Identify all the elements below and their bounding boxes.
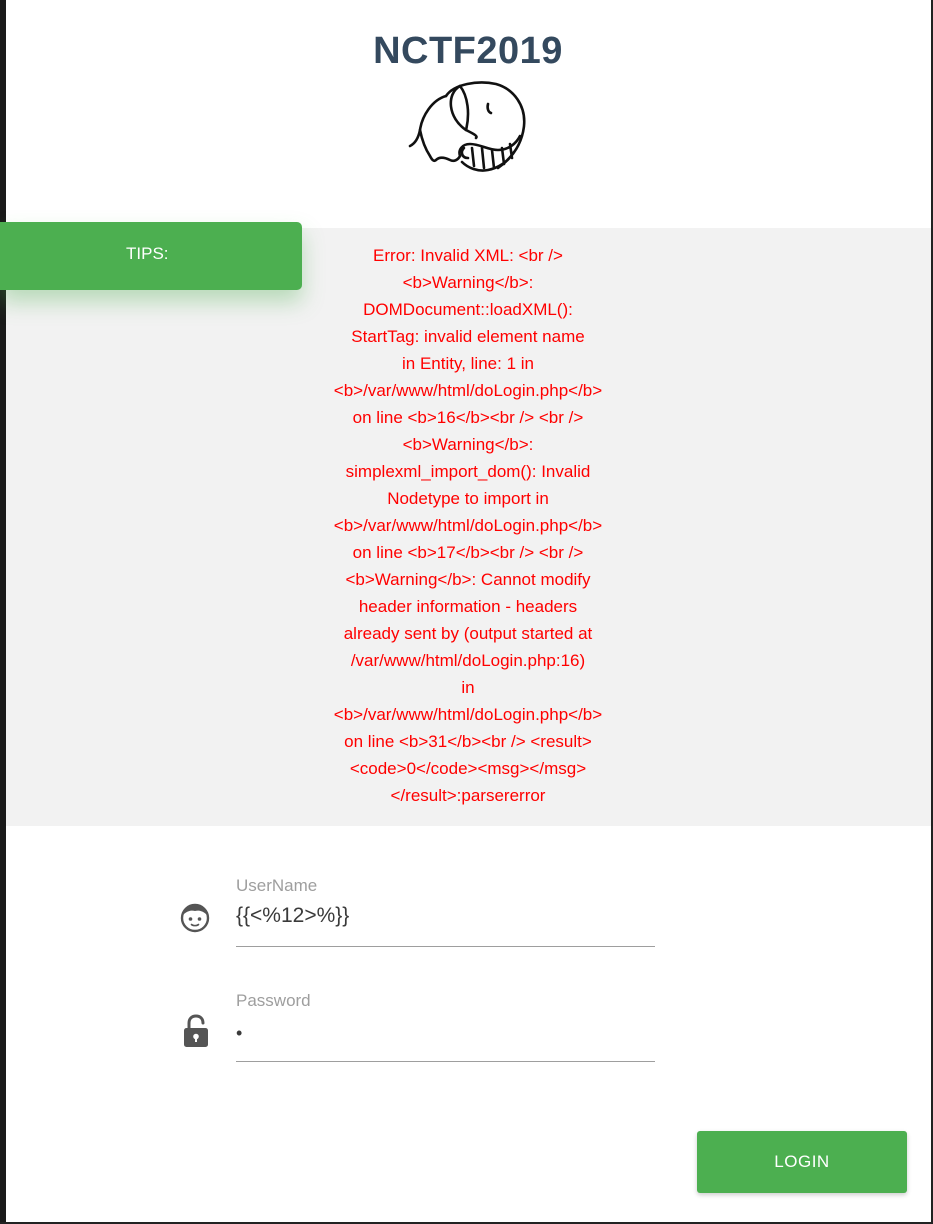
username-underline [236,946,655,947]
error-line: already sent by (output started at [343,624,593,643]
password-underline [236,1061,655,1062]
face-icon [180,903,210,933]
error-line: simplexml_import_dom(): Invalid [345,462,591,481]
password-field[interactable]: Password • [236,991,656,1063]
tips-tab: TIPS: [0,222,302,290]
error-line: on line <b>31</b><br /> <result> [344,732,592,751]
error-line: Nodetype to import in [387,489,549,508]
page-frame: NCTF2019 TIPS: Error: Invalid XML: <br /… [0,0,933,1224]
error-line: on line <b>16</b><br /> <br /> [352,408,584,427]
error-line: Error: Invalid XML: <br /> [373,246,563,265]
password-label: Password [236,991,311,1010]
error-line: header information - headers [358,597,578,616]
error-line: <b>/var/www/html/doLogin.php</b> [333,381,603,400]
error-line: StartTag: invalid element name [351,327,585,346]
error-line: </result>:parsererror [390,786,546,805]
error-line: DOMDocument::loadXML(): [363,300,573,319]
error-line: <b>/var/www/html/doLogin.php</b> [333,516,603,535]
error-line: <b>Warning</b>: [402,273,534,292]
tips-label: TIPS: [126,244,169,263]
username-label: UserName [236,876,318,895]
page-title: NCTF2019 [373,30,563,72]
unlock-icon [184,1014,208,1047]
password-input[interactable]: • [236,1023,242,1044]
username-input[interactable]: {{<%12>%}} [236,904,349,928]
error-line: <b>Warning</b>: Cannot modify [345,570,591,589]
error-line: <code>0</code><msg></msg> [349,759,587,778]
error-line: on line <b>17</b><br /> <br /> [352,543,584,562]
error-line: /var/www/html/doLogin.php:16) [350,651,586,670]
error-line: in Entity, line: 1 in [402,354,534,373]
login-button[interactable]: LOGIN [697,1131,907,1193]
error-line: <b>/var/www/html/doLogin.php</b> [333,705,603,724]
username-field[interactable]: UserName {{<%12>%}} [236,876,656,948]
elephant-icon [408,81,526,172]
error-line: in [461,678,475,697]
error-message: Error: Invalid XML: <br /> <b>Warning</b… [318,242,618,809]
error-line: <b>Warning</b>: [402,435,534,454]
